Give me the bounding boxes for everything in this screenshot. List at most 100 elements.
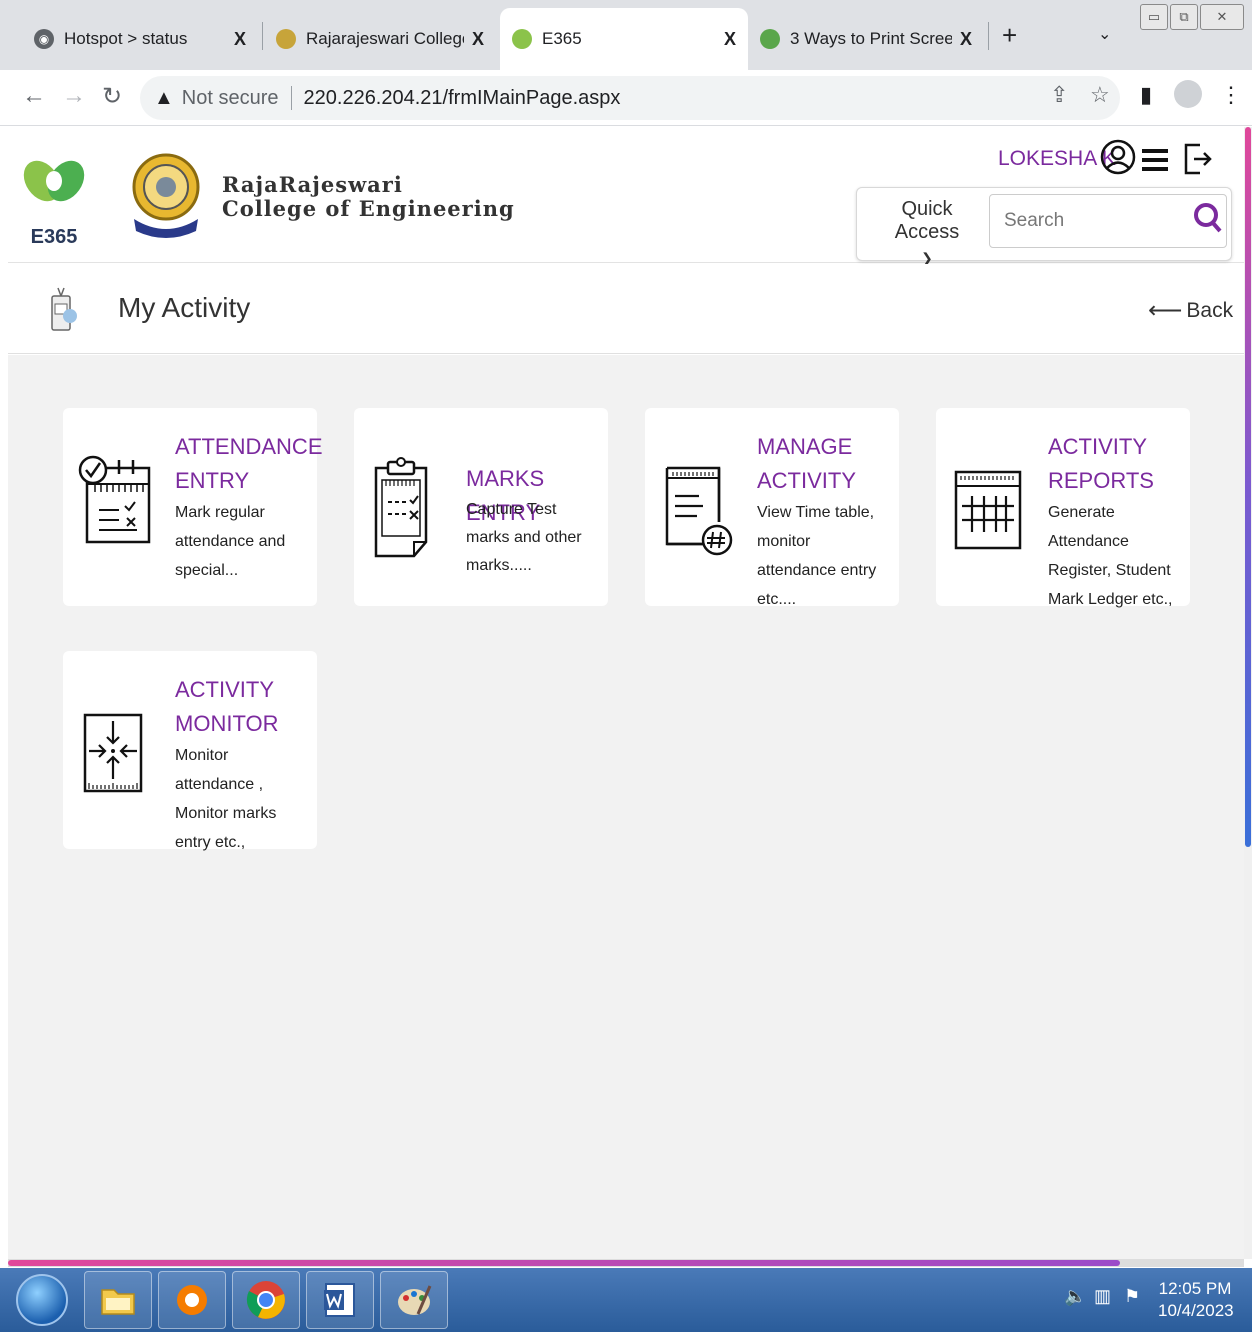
browser-toolbar: ← → ↻ ▲ Not secure 220.226.204.21/frmIMa… xyxy=(0,70,1252,126)
side-panel-icon[interactable]: ▮ xyxy=(1140,82,1152,108)
paint-taskbar-button[interactable] xyxy=(380,1271,448,1329)
logout-icon[interactable] xyxy=(1182,141,1214,177)
media-player-icon xyxy=(177,1285,207,1315)
card-title: ATTENDANCE ENTRY xyxy=(175,434,323,493)
card-attendance-entry[interactable]: ATTENDANCE ENTRY Mark regular attendance… xyxy=(63,408,323,606)
card-activity-reports[interactable]: ACTIVITY REPORTS Generate Attendance Reg… xyxy=(936,408,1190,608)
card-manage-activity[interactable]: MANAGE ACTIVITY View Time table, monitor… xyxy=(645,408,899,608)
college-seal-logo xyxy=(132,153,200,238)
e365-favicon-icon xyxy=(512,29,532,49)
vertical-scroll-thumb[interactable] xyxy=(1245,127,1251,847)
media-player-taskbar-button[interactable] xyxy=(158,1271,226,1329)
manage-activity-document-icon xyxy=(665,466,733,556)
word-icon xyxy=(324,1283,355,1317)
vertical-scrollbar[interactable] xyxy=(1244,127,1252,1259)
action-center-flag-icon[interactable]: ⚑ xyxy=(1124,1286,1140,1307)
tab-hotspot-status[interactable]: ◉ Hotspot > status X xyxy=(22,8,258,70)
site-header: E365 RajaRajeswari College of Engineerin… xyxy=(8,127,1244,266)
reload-icon[interactable]: ↻ xyxy=(102,82,122,111)
globe-icon: ◉ xyxy=(34,29,54,49)
forward-arrow-icon[interactable]: → xyxy=(62,82,86,110)
speaker-icon[interactable]: 🔈 xyxy=(1064,1286,1086,1307)
college-favicon-icon xyxy=(276,29,296,49)
minimize-window-button[interactable]: ▭ xyxy=(1140,4,1168,30)
share-icon[interactable]: ⇪ xyxy=(1050,82,1068,108)
tab-e365[interactable]: E365 X xyxy=(500,8,748,70)
college-name-line2: College of Engineering xyxy=(222,196,515,221)
card-activity-monitor[interactable]: ACTIVITY MONITOR Monitor attendance , Mo… xyxy=(63,651,317,851)
windows-start-button[interactable] xyxy=(16,1274,68,1326)
folder-icon xyxy=(101,1289,135,1315)
tab-search-chevron-icon[interactable]: ⌄ xyxy=(1098,24,1111,44)
tab-title: E365 xyxy=(542,29,582,48)
close-tab-icon[interactable]: X xyxy=(960,29,972,50)
file-explorer-taskbar-button[interactable] xyxy=(84,1271,152,1329)
left-arrow-icon: ⟵ xyxy=(1148,297,1183,324)
tab-rajarajeswari-college[interactable]: Rajarajeswari College of E X xyxy=(264,8,496,70)
quick-access-label: Quick Access xyxy=(894,198,960,243)
card-marks-entry[interactable]: MARKS ENTRY Capture Test marks and other… xyxy=(354,408,608,606)
card-description: Capture Test marks and other marks..... xyxy=(466,501,582,574)
windows-taskbar: 🔈 ▥ ⚑ 12:05 PM 10/4/2023 xyxy=(0,1268,1252,1332)
reports-grid-icon xyxy=(954,470,1022,550)
horizontal-scroll-thumb[interactable] xyxy=(8,1260,1120,1266)
close-tab-icon[interactable]: X xyxy=(234,29,246,50)
close-tab-icon[interactable]: X xyxy=(724,29,736,50)
new-tab-button[interactable]: + xyxy=(1002,20,1017,51)
url-text: 220.226.204.21/frmIMainPage.aspx xyxy=(303,86,621,109)
tab-divider xyxy=(262,22,263,50)
wikihow-favicon-icon xyxy=(760,29,780,49)
clock-date: 10/4/2023 xyxy=(1158,1301,1234,1320)
bookmark-star-icon[interactable]: ☆ xyxy=(1090,82,1110,108)
address-bar[interactable]: ▲ Not secure 220.226.204.21/frmIMainPage… xyxy=(140,76,1120,120)
tab-title: Hotspot > status xyxy=(64,29,188,48)
omnibox-divider xyxy=(290,86,292,110)
back-label: Back xyxy=(1186,298,1234,322)
restore-window-button[interactable]: ⧉ xyxy=(1170,4,1198,30)
card-title: MANAGE ACTIVITY xyxy=(757,434,857,493)
activity-grid: ATTENDANCE ENTRY Mark regular attendance… xyxy=(8,355,1244,1259)
system-clock[interactable]: 12:05 PM 10/4/2023 xyxy=(1158,1278,1234,1322)
e365-logo[interactable]: E365 xyxy=(22,149,86,249)
quick-access-dropdown[interactable]: Quick Access ❯ xyxy=(867,198,987,267)
clock-time: 12:05 PM xyxy=(1158,1279,1232,1298)
e365-logo-text: E365 xyxy=(31,226,78,248)
college-name-line1: RajaRajeswari xyxy=(222,172,403,197)
close-window-button[interactable]: ✕ xyxy=(1200,4,1244,30)
paint-palette-icon xyxy=(398,1285,432,1315)
back-arrow-icon[interactable]: ← xyxy=(22,82,46,110)
chrome-taskbar-button[interactable] xyxy=(232,1271,300,1329)
tab-print-screen[interactable]: 3 Ways to Print Screen on X xyxy=(748,8,984,70)
clipboard-marks-icon xyxy=(374,457,428,558)
search-input[interactable] xyxy=(989,194,1227,248)
card-description: Generate Attendance Register, Student Ma… xyxy=(1048,504,1173,608)
close-tab-icon[interactable]: X xyxy=(472,29,484,50)
attendance-calendar-icon xyxy=(78,455,151,544)
card-title: ACTIVITY MONITOR xyxy=(175,677,279,736)
tab-title: 3 Ways to Print Screen on xyxy=(790,29,952,48)
search-icon[interactable] xyxy=(1193,202,1223,234)
tab-title: Rajarajeswari College of E xyxy=(306,29,464,48)
college-name: RajaRajeswari College of Engineering xyxy=(222,173,515,221)
card-title: ACTIVITY REPORTS xyxy=(1048,434,1154,493)
user-profile-icon[interactable] xyxy=(1100,139,1136,175)
page-subheader: My Activity ⟵ Back xyxy=(8,264,1244,354)
security-label: Not secure xyxy=(181,86,279,109)
network-icon[interactable]: ▥ xyxy=(1094,1286,1111,1307)
chrome-icon xyxy=(246,1281,285,1319)
browser-tabstrip: ◉ Hotspot > status X Rajarajeswari Colle… xyxy=(0,0,1252,70)
activity-device-icon xyxy=(51,287,77,331)
word-taskbar-button[interactable] xyxy=(306,1271,374,1329)
card-description: Mark regular attendance and special... xyxy=(175,504,286,579)
warning-triangle-icon: ▲ xyxy=(154,86,174,109)
tab-divider xyxy=(988,22,989,50)
kebab-menu-icon[interactable]: ⋮ xyxy=(1220,82,1242,108)
user-name[interactable]: LOKESHA K xyxy=(998,147,1116,171)
activity-monitor-icon xyxy=(83,713,143,793)
profile-avatar-icon[interactable] xyxy=(1174,80,1202,108)
hamburger-menu-icon[interactable] xyxy=(1140,145,1170,175)
card-description: Monitor attendance , Monitor marks entry… xyxy=(175,747,277,851)
quick-access-panel: Quick Access ❯ xyxy=(856,187,1232,266)
back-link[interactable]: ⟵ Back xyxy=(1148,296,1233,325)
horizontal-scrollbar[interactable] xyxy=(8,1259,1244,1267)
